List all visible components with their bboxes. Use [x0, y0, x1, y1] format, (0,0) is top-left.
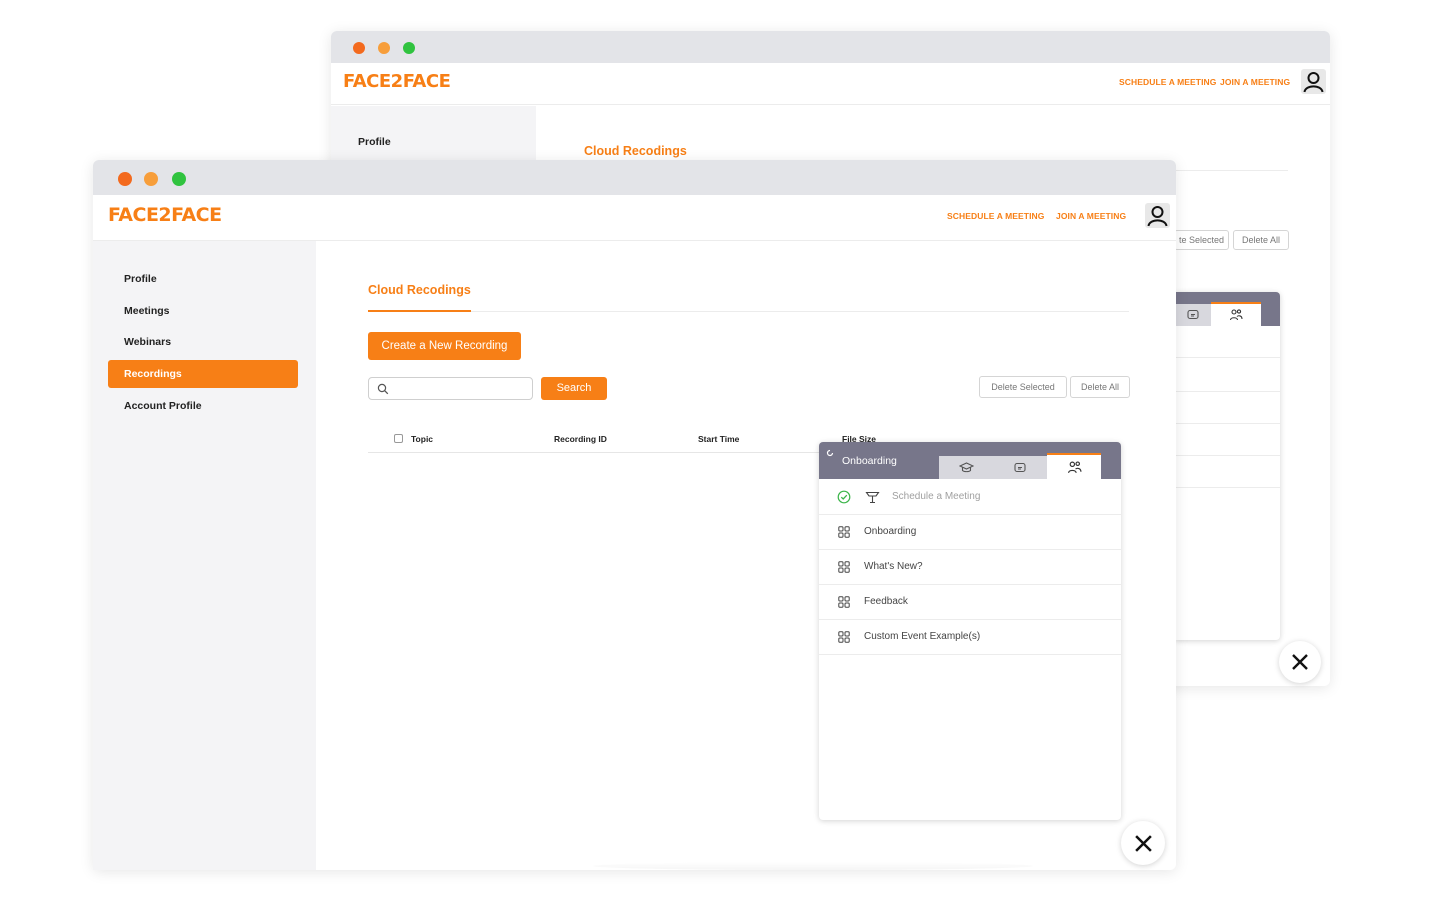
search-button[interactable]: Search — [541, 377, 607, 400]
sidebar-item-profile[interactable]: Profile — [358, 136, 391, 148]
sidebar-item-recordings[interactable]: Recordings — [108, 360, 298, 388]
tab-users[interactable] — [1211, 302, 1261, 326]
shadow — [593, 862, 1033, 870]
onboarding-panel-title: Onboarding — [842, 455, 897, 467]
search-box[interactable] — [368, 377, 533, 400]
front-header: FACE2FACE SCHEDULE A MEETING JOIN A MEET… — [93, 195, 1176, 241]
checklist-item-label: Schedule a Meeting — [892, 491, 981, 502]
back-header: FACE2FACE SCHEDULE A MEETING JOIN A MEET… — [331, 63, 1330, 105]
maximize-traffic-light[interactable] — [172, 172, 186, 186]
close-icon — [1292, 654, 1308, 670]
divider — [1175, 391, 1280, 392]
chat-bubbles-icon — [1187, 309, 1199, 320]
onboarding-panel-header: Onboarding — [819, 442, 1121, 479]
checklist-item-schedule[interactable]: Schedule a Meeting — [819, 480, 1121, 515]
sidebar: Profile Meetings Webinars Recordings Acc… — [93, 241, 316, 870]
sidebar-item-webinars[interactable]: Webinars — [124, 336, 171, 348]
join-meeting-link[interactable]: JOIN A MEETING — [1220, 77, 1290, 87]
checklist-item-label: Custom Event Example(s) — [864, 631, 981, 642]
onboarding-close-button[interactable] — [1121, 821, 1165, 865]
user-icon — [1147, 206, 1168, 227]
divider — [471, 311, 1129, 312]
onboarding-panel: Onboarding Schedule a Meeting Onboarding… — [819, 442, 1121, 820]
divider — [1175, 357, 1280, 358]
table-header-divider — [368, 452, 820, 453]
create-recording-button[interactable]: Create a New Recording — [368, 332, 521, 360]
lectern-icon — [865, 491, 880, 504]
checklist-item-onboarding[interactable]: Onboarding — [819, 515, 1121, 550]
close-icon — [1134, 834, 1152, 852]
app-logo[interactable]: FACE2FACE — [108, 204, 222, 226]
grid-icon — [838, 631, 850, 643]
tab-messages[interactable] — [993, 456, 1047, 479]
close-traffic-light[interactable] — [118, 172, 132, 186]
back-page-title: Cloud Recodings — [584, 144, 687, 158]
search-input[interactable] — [393, 380, 528, 397]
checklist-item-custom-event[interactable]: Custom Event Example(s) — [819, 620, 1121, 655]
check-circle-icon — [837, 490, 851, 504]
refresh-icon[interactable] — [826, 449, 834, 457]
sidebar-item-profile[interactable]: Profile — [124, 273, 157, 285]
front-titlebar — [93, 160, 1176, 195]
minimize-traffic-light[interactable] — [378, 42, 390, 54]
delete-selected-button[interactable]: Delete Selected — [979, 376, 1067, 398]
back-onboarding-panel — [1175, 292, 1280, 640]
app-logo[interactable]: FACE2FACE — [343, 71, 451, 92]
sidebar-item-meetings[interactable]: Meetings — [124, 305, 170, 317]
avatar[interactable] — [1145, 203, 1170, 228]
column-header-start-time[interactable]: Start Time — [698, 434, 739, 444]
sidebar-item-account-profile[interactable]: Account Profile — [124, 400, 202, 412]
user-icon — [1303, 72, 1324, 93]
column-header-topic[interactable]: Topic — [411, 434, 433, 444]
column-header-recording-id[interactable]: Recording ID — [554, 434, 607, 444]
search-icon — [377, 383, 389, 395]
page-title: Cloud Recodings — [368, 283, 471, 297]
users-icon — [1067, 460, 1082, 473]
tab-learning[interactable] — [939, 456, 993, 479]
front-window: FACE2FACE SCHEDULE A MEETING JOIN A MEET… — [93, 160, 1176, 870]
delete-selected-button[interactable]: te Selected — [1174, 230, 1229, 250]
grid-icon — [838, 561, 850, 573]
select-all-checkbox[interactable] — [394, 434, 403, 443]
checklist-item-whats-new[interactable]: What's New? — [819, 550, 1121, 585]
checklist-item-label: What's New? — [864, 561, 923, 572]
schedule-meeting-link[interactable]: SCHEDULE A MEETING — [947, 211, 1045, 221]
chat-bubbles-icon — [1014, 462, 1026, 472]
checklist-item-feedback[interactable]: Feedback — [819, 585, 1121, 620]
tab-messages[interactable] — [1175, 304, 1211, 326]
tab-users[interactable] — [1047, 453, 1101, 479]
schedule-meeting-link[interactable]: SCHEDULE A MEETING — [1119, 77, 1217, 87]
maximize-traffic-light[interactable] — [403, 42, 415, 54]
back-close-button[interactable] — [1279, 641, 1321, 683]
close-traffic-light[interactable] — [353, 42, 365, 54]
users-icon — [1229, 309, 1243, 321]
checklist-item-label: Feedback — [864, 596, 908, 607]
back-panel-header — [1175, 292, 1280, 326]
grid-icon — [838, 596, 850, 608]
divider — [1175, 423, 1280, 424]
title-underline — [368, 310, 471, 312]
checklist-item-label: Onboarding — [864, 526, 917, 537]
delete-all-button[interactable]: Delete All — [1233, 230, 1289, 250]
join-meeting-link[interactable]: JOIN A MEETING — [1056, 211, 1126, 221]
grid-icon — [838, 526, 850, 538]
avatar[interactable] — [1301, 69, 1326, 94]
minimize-traffic-light[interactable] — [144, 172, 158, 186]
divider — [1175, 487, 1280, 488]
divider — [1175, 455, 1280, 456]
graduation-cap-icon — [958, 462, 974, 473]
back-titlebar — [331, 31, 1330, 63]
delete-all-button[interactable]: Delete All — [1070, 376, 1130, 398]
